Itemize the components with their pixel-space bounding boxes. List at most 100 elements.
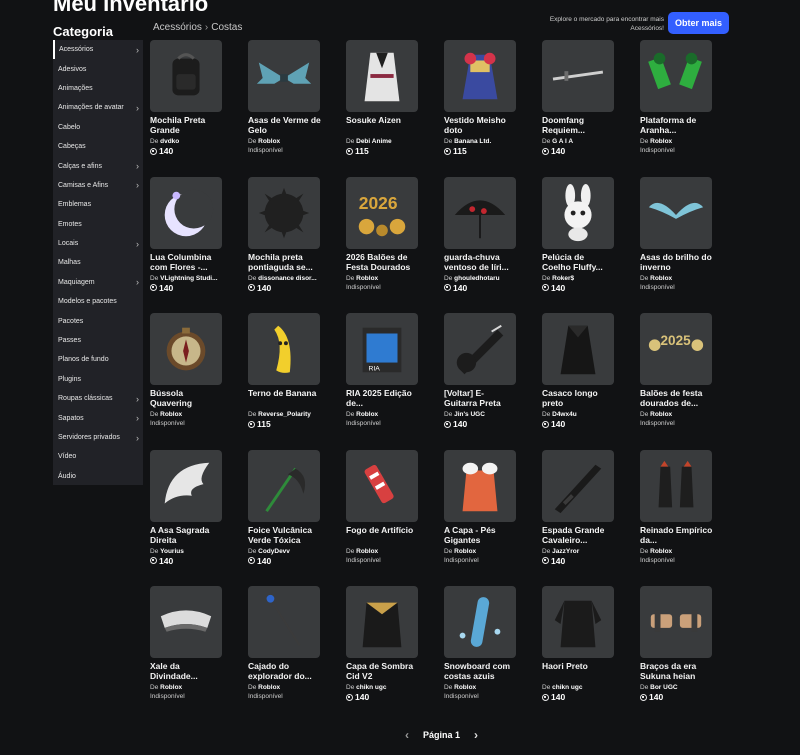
item-thumbnail[interactable] xyxy=(542,586,614,658)
item-card[interactable]: Asas do brilho do inverno De Roblox Indisp… xyxy=(640,176,713,314)
item-thumbnail[interactable] xyxy=(640,176,712,249)
sidebar-item[interactable]: Emotes xyxy=(53,215,143,234)
sidebar-item[interactable]: Animações de avatar › xyxy=(53,98,143,117)
sidebar-item[interactable]: Sapatos › xyxy=(53,408,143,427)
creator-name[interactable]: Roblox xyxy=(160,684,182,691)
item-thumbnail[interactable] xyxy=(248,313,320,385)
item-thumbnail[interactable] xyxy=(640,449,712,522)
creator-name[interactable]: Roblox xyxy=(454,548,476,555)
item-card[interactable]: Reinado Empírico da... De Roblox Indisponí… xyxy=(640,449,713,587)
item-name[interactable]: A Asa Sagrada Direita xyxy=(150,525,223,546)
item-name[interactable]: Reinado Empírico da... xyxy=(640,525,713,546)
item-card[interactable]: Snowboard com costas azuis De Roblox Indis… xyxy=(444,586,517,723)
creator-name[interactable]: Roblox xyxy=(160,411,182,418)
item-name[interactable]: [Voltar] E-Guitarra Preta xyxy=(444,388,517,409)
sidebar-item[interactable]: Pacotes xyxy=(53,311,143,330)
item-name[interactable]: Doomfang Requiem... xyxy=(542,115,615,136)
creator-name[interactable]: D4wx4u xyxy=(552,411,577,418)
item-thumbnail[interactable] xyxy=(542,313,614,385)
sidebar-item[interactable]: Plugins xyxy=(53,370,143,389)
item-thumbnail[interactable] xyxy=(150,40,222,112)
item-name[interactable]: Xale da Divindade... xyxy=(150,661,223,682)
item-card[interactable]: Terno de Banana De Reverse_Polarity 115 xyxy=(248,313,321,450)
get-more-button[interactable]: Obter mais xyxy=(668,12,729,34)
item-card[interactable]: Bússola Quavering De Roblox Indisponível xyxy=(150,313,223,450)
item-name[interactable]: Haori Preto xyxy=(542,661,615,682)
sidebar-item[interactable]: Cabeças xyxy=(53,137,143,156)
item-name[interactable]: A Capa - Pés Gigantes xyxy=(444,525,517,546)
item-thumbnail[interactable] xyxy=(150,313,222,385)
creator-name[interactable]: chikn ugc xyxy=(552,684,582,691)
sidebar-item[interactable]: Calças e afins › xyxy=(53,156,143,175)
item-card[interactable]: Capa de Sombra Cid V2 De chikn ugc 140 xyxy=(346,586,419,723)
item-thumbnail[interactable] xyxy=(444,176,516,249)
sidebar-item[interactable]: Locais › xyxy=(53,234,143,253)
item-thumbnail[interactable] xyxy=(248,176,320,249)
item-name[interactable]: Asas de Verme de Gelo xyxy=(248,115,321,136)
item-card[interactable]: Espada Grande Cavaleiro... De JazzYror 140 xyxy=(542,449,615,587)
creator-name[interactable]: JazzYror xyxy=(552,548,579,555)
item-thumbnail[interactable] xyxy=(444,313,516,385)
item-name[interactable]: Espada Grande Cavaleiro... xyxy=(542,525,615,546)
item-card[interactable]: Mochila Preta Grande De dvdko 140 xyxy=(150,40,223,177)
item-thumbnail[interactable]: 2026 xyxy=(346,176,418,249)
item-thumbnail[interactable] xyxy=(542,449,614,522)
item-card[interactable]: Cajado do explorador do... De Roblox Indis… xyxy=(248,586,321,723)
sidebar-item[interactable]: Camisas e Afins › xyxy=(53,176,143,195)
item-name[interactable]: Asas do brilho do inverno xyxy=(640,252,713,273)
creator-name[interactable]: VLightning Studi... xyxy=(160,275,217,282)
item-card[interactable]: Fogo de Artifício De Roblox Indisponível xyxy=(346,449,419,587)
sidebar-item[interactable]: Vídeo xyxy=(53,447,143,466)
creator-name[interactable]: Roker$ xyxy=(552,275,574,282)
creator-name[interactable]: Bor UGC xyxy=(650,684,677,691)
item-name[interactable]: Snowboard com costas azuis xyxy=(444,661,517,682)
item-card[interactable]: 2025 Balões de festa dourados de... De Rob… xyxy=(640,313,713,450)
sidebar-item[interactable]: Animações xyxy=(53,79,143,98)
item-card[interactable]: Pelúcia de Coelho Fluffy... De Roker$ 140 xyxy=(542,176,615,314)
item-card[interactable]: Haori Preto De chikn ugc 140 xyxy=(542,586,615,723)
item-name[interactable]: Capa de Sombra Cid V2 xyxy=(346,661,419,682)
sidebar-item[interactable]: Maquiagem › xyxy=(53,273,143,292)
item-name[interactable]: guarda-chuva ventoso de líri... xyxy=(444,252,517,273)
item-thumbnail[interactable] xyxy=(150,449,222,522)
item-name[interactable]: Plataforma de Aranha... xyxy=(640,115,713,136)
item-thumbnail[interactable] xyxy=(150,176,222,249)
item-name[interactable]: Pelúcia de Coelho Fluffy... xyxy=(542,252,615,273)
item-card[interactable]: guarda-chuva ventoso de líri... De ghoule… xyxy=(444,176,517,314)
item-name[interactable]: 2026 Balões de Festa Dourados xyxy=(346,252,419,273)
creator-name[interactable]: Roblox xyxy=(650,138,672,145)
item-name[interactable]: Sosuke Aizen xyxy=(346,115,419,136)
item-thumbnail[interactable] xyxy=(444,586,516,658)
creator-name[interactable]: Banana Ltd. xyxy=(454,138,491,145)
item-name[interactable]: Balões de festa dourados de... xyxy=(640,388,713,409)
creator-name[interactable]: Roblox xyxy=(258,684,280,691)
sidebar-item[interactable]: Planos de fundo xyxy=(53,350,143,369)
sidebar-item[interactable]: Modelos e pacotes xyxy=(53,292,143,311)
creator-name[interactable]: chikn ugc xyxy=(356,684,386,691)
sidebar-item[interactable]: Emblemas xyxy=(53,195,143,214)
item-name[interactable]: Casaco longo preto xyxy=(542,388,615,409)
sidebar-item[interactable]: Cabelo xyxy=(53,118,143,137)
sidebar-item[interactable]: Adesivos xyxy=(53,59,143,78)
item-card[interactable]: Asas de Verme de Gelo De Roblox Indisponív… xyxy=(248,40,321,177)
item-thumbnail[interactable] xyxy=(444,449,516,522)
item-thumbnail[interactable] xyxy=(542,40,614,112)
creator-name[interactable]: dissonance disor... xyxy=(258,275,317,282)
creator-name[interactable]: Roblox xyxy=(650,548,672,555)
creator-name[interactable]: Roblox xyxy=(650,411,672,418)
sidebar-item[interactable]: Servidores privados › xyxy=(53,428,143,447)
prev-page-icon[interactable]: ‹ xyxy=(405,728,409,742)
item-thumbnail[interactable] xyxy=(640,586,712,658)
creator-name[interactable]: Jin's UGC xyxy=(454,411,485,418)
creator-name[interactable]: Debi Anime xyxy=(356,138,392,145)
creator-name[interactable]: G A I A xyxy=(552,138,573,145)
item-card[interactable]: Vestido Meisho doto De Banana Ltd. 115 xyxy=(444,40,517,177)
item-thumbnail[interactable] xyxy=(150,586,222,658)
item-card[interactable]: A Asa Sagrada Direita De Yourius 140 xyxy=(150,449,223,587)
item-thumbnail[interactable] xyxy=(248,449,320,522)
item-card[interactable]: [Voltar] E-Guitarra Preta De Jin's UGC 140 xyxy=(444,313,517,450)
item-card[interactable]: 2026 2026 Balões de Festa Dourados De Robl… xyxy=(346,176,419,314)
item-name[interactable]: Fogo de Artifício xyxy=(346,525,419,546)
item-thumbnail[interactable] xyxy=(346,586,418,658)
next-page-icon[interactable]: › xyxy=(474,728,478,742)
